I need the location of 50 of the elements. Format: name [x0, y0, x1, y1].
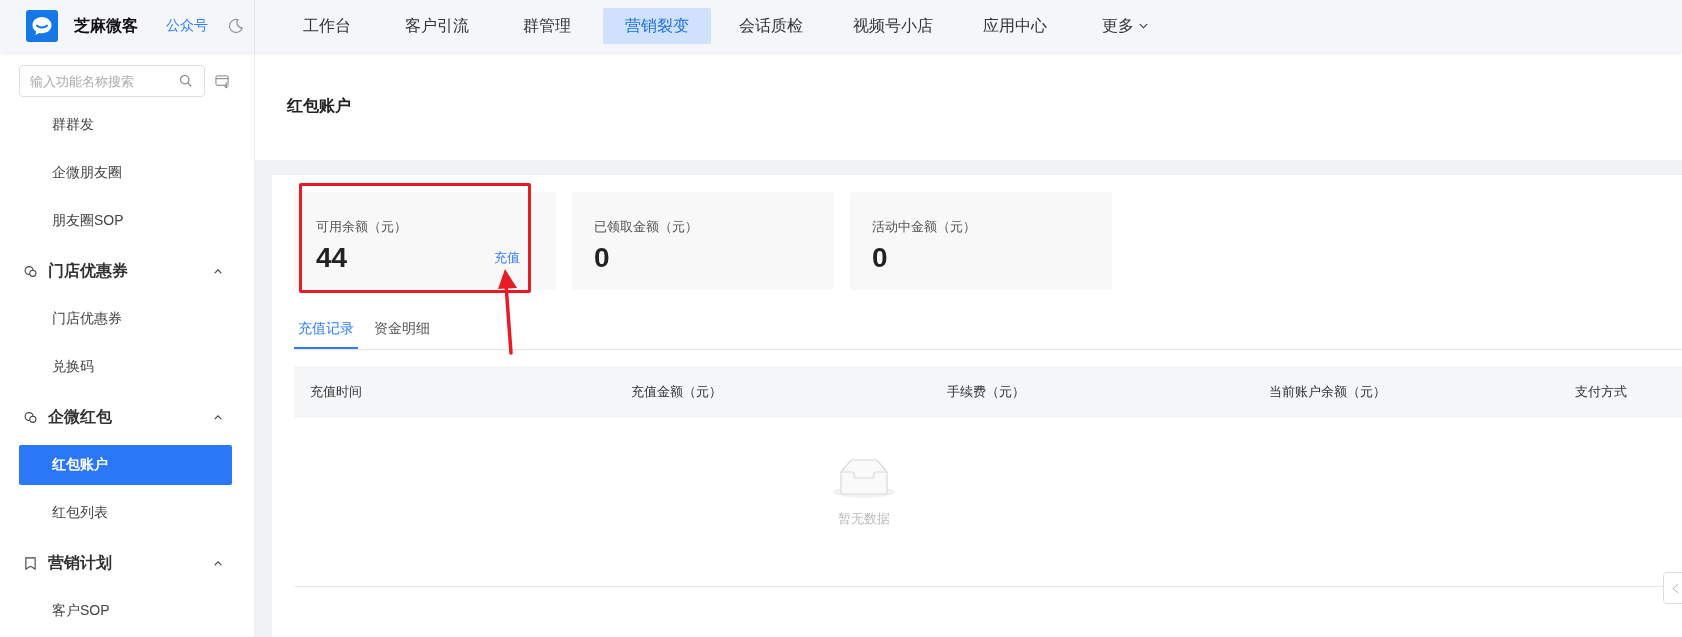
empty-text: 暂无数据: [838, 510, 890, 528]
sidebar-group[interactable]: 企微红包: [19, 395, 232, 439]
stat-value: 44: [316, 242, 348, 274]
nav-tab[interactable]: 营销裂变: [603, 8, 711, 44]
logo-icon: [26, 10, 58, 42]
nav-tab[interactable]: 应用中心: [961, 8, 1069, 44]
column-header: 支付方式: [1575, 383, 1628, 401]
nav-tab[interactable]: 更多: [1075, 8, 1175, 44]
chat-bubbles-icon: [24, 264, 37, 278]
sidebar-item[interactable]: 红包列表: [19, 493, 232, 533]
nav-tab[interactable]: 客户引流: [383, 8, 491, 44]
chevron-up-icon: [214, 560, 222, 566]
sidebar-item[interactable]: 朋友圈SOP: [19, 201, 232, 241]
tab[interactable]: 资金明细: [370, 311, 434, 349]
tab[interactable]: 充值记录: [294, 311, 358, 349]
search-field[interactable]: 输入功能名称搜索: [19, 65, 205, 97]
empty-tray-icon: [832, 458, 896, 500]
stat-label: 已领取金额（元）: [594, 218, 699, 236]
chat-bubbles-icon: [24, 410, 37, 424]
sidebar-item[interactable]: 兑换码: [19, 347, 232, 387]
sidebar-group[interactable]: 门店优惠券: [19, 249, 232, 293]
page-title: 红包账户: [287, 95, 351, 116]
account-link[interactable]: 公众号: [166, 17, 208, 35]
stat-label: 活动中金额（元）: [872, 218, 977, 236]
column-header: 手续费（元）: [947, 383, 1026, 401]
nav-tab[interactable]: 群管理: [497, 8, 597, 44]
brand-name: 芝麻微客: [74, 15, 138, 36]
sidebar-item[interactable]: 门店优惠券: [19, 299, 232, 339]
stat-label: 可用余额（元）: [316, 218, 408, 236]
sidebar-item[interactable]: 红包账户: [19, 445, 232, 485]
column-header: 当前账户余额（元）: [1269, 383, 1387, 401]
chevron-up-icon: [214, 268, 222, 274]
stat-value: 0: [594, 242, 610, 274]
column-header: 充值时间: [310, 383, 363, 401]
sidebar-item[interactable]: 企微朋友圈: [19, 153, 232, 193]
nav-tab[interactable]: 会话质检: [717, 8, 825, 44]
chevron-left-icon: [1672, 582, 1679, 594]
chevron-up-icon: [214, 414, 222, 420]
sidebar-group[interactable]: 营销计划: [19, 541, 232, 585]
recharge-link[interactable]: 充值: [494, 249, 520, 267]
bookmark-icon: [24, 556, 37, 570]
nav-tab[interactable]: 工作台: [277, 8, 377, 44]
sidebar-item[interactable]: 群群发: [19, 105, 232, 145]
sidebar-item[interactable]: 客户SOP: [19, 591, 232, 631]
nav-tab[interactable]: 视频号小店: [831, 8, 955, 44]
stat-value: 0: [872, 242, 888, 274]
window-download-icon[interactable]: [215, 73, 230, 89]
column-header: 充值金额（元）: [631, 383, 723, 401]
moon-icon[interactable]: [228, 18, 244, 34]
search-icon: [179, 74, 193, 88]
